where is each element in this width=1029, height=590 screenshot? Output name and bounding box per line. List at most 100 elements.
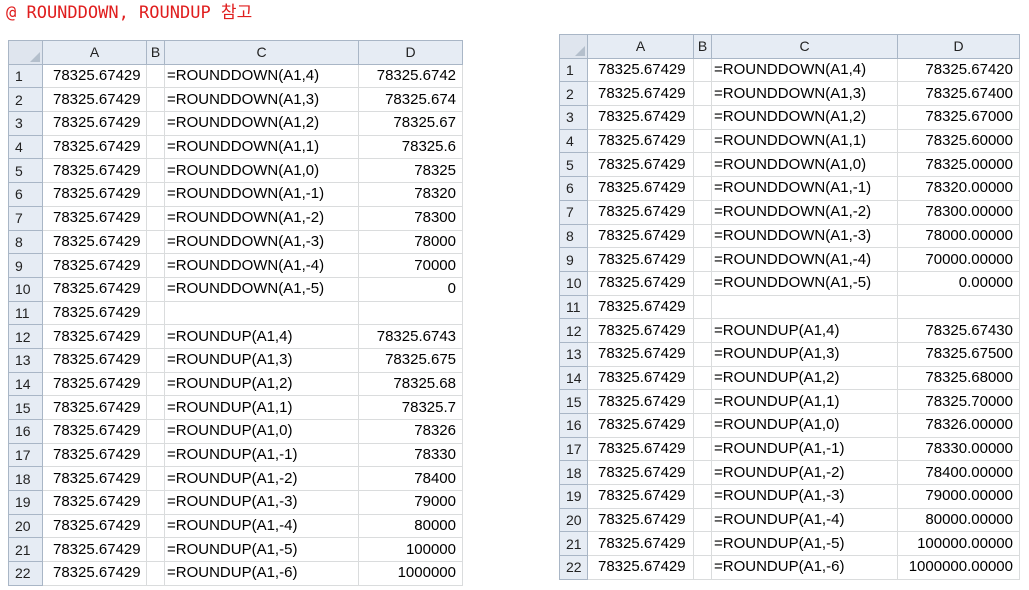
cell-b[interactable] [146,324,165,349]
column-header-a[interactable]: A [42,40,147,65]
cell-b[interactable] [693,152,712,178]
cell-d[interactable]: 78325.67420 [897,57,1020,83]
cell-b[interactable] [693,413,712,438]
row-header[interactable]: 14 [559,365,588,391]
cell-b[interactable] [693,460,712,486]
cell-c[interactable]: =ROUNDDOWN(A1,3) [164,87,359,113]
cell-d[interactable]: 78400 [358,466,463,492]
cell-b[interactable] [146,395,165,420]
row-header[interactable]: 13 [8,347,43,373]
cell-c[interactable]: =ROUNDDOWN(A1,4) [164,63,359,89]
cell-b[interactable] [693,199,712,225]
cell-a[interactable]: 78325.67429 [42,490,147,515]
cell-a[interactable]: 78325.67429 [42,111,147,136]
cell-d[interactable]: 100000.00000 [897,531,1020,557]
cell-b[interactable] [146,419,165,444]
cell-d[interactable]: 78300.00000 [897,199,1020,225]
cell-c[interactable]: =ROUNDDOWN(A1,-3) [711,223,898,249]
row-header[interactable]: 16 [559,413,588,438]
cell-a[interactable]: 78325.67429 [587,152,694,178]
cell-c[interactable]: =ROUNDUP(A1,4) [711,318,898,343]
cell-a[interactable]: 78325.67429 [42,205,147,231]
cell-d[interactable]: 70000 [358,253,463,278]
cell-c[interactable]: =ROUNDUP(A1,0) [711,413,898,438]
cell-d[interactable]: 78300 [358,205,463,231]
cell-d[interactable]: 78325.67 [358,111,463,136]
row-header[interactable]: 17 [8,442,43,468]
cell-a[interactable]: 78325.67429 [42,63,147,89]
cell-c[interactable]: =ROUNDDOWN(A1,0) [711,152,898,178]
cell-c[interactable]: =ROUNDDOWN(A1,-5) [711,270,898,296]
cell-d[interactable]: 1000000.00000 [897,555,1020,580]
row-header[interactable]: 4 [559,128,588,154]
cell-a[interactable]: 78325.67429 [42,229,147,255]
row-header[interactable]: 9 [559,247,588,272]
cell-d[interactable]: 80000.00000 [897,507,1020,533]
cell-a[interactable]: 78325.67429 [42,395,147,420]
column-header-d[interactable]: D [897,34,1020,59]
row-header[interactable]: 8 [8,229,43,255]
cell-b[interactable] [146,537,165,563]
cell-d[interactable]: 78325.674 [358,87,463,113]
row-header[interactable]: 6 [559,176,588,201]
cell-c[interactable]: =ROUNDDOWN(A1,-4) [711,247,898,272]
cell-a[interactable]: 78325.67429 [587,294,694,320]
cell-a[interactable]: 78325.67429 [42,158,147,184]
select-all-corner[interactable] [8,40,43,65]
cell-c[interactable]: =ROUNDDOWN(A1,3) [711,81,898,107]
cell-b[interactable] [693,555,712,580]
row-header[interactable]: 3 [8,111,43,136]
cell-c[interactable]: =ROUNDDOWN(A1,2) [164,111,359,136]
cell-d[interactable]: 78326 [358,419,463,444]
cell-c[interactable]: =ROUNDDOWN(A1,-5) [164,276,359,302]
cell-b[interactable] [146,513,165,539]
cell-a[interactable]: 78325.67429 [587,436,694,462]
cell-b[interactable] [693,531,712,557]
cell-d[interactable]: 79000 [358,490,463,515]
row-header[interactable]: 6 [8,182,43,207]
cell-a[interactable]: 78325.67429 [587,507,694,533]
row-header[interactable]: 4 [8,134,43,160]
cell-a[interactable]: 78325.67429 [42,347,147,373]
cell-a[interactable]: 78325.67429 [42,276,147,302]
cell-b[interactable] [146,63,165,89]
row-header[interactable]: 13 [559,341,588,367]
cell-d[interactable]: 78325.675 [358,347,463,373]
row-header[interactable]: 21 [8,537,43,563]
cell-a[interactable]: 78325.67429 [587,341,694,367]
cell-c[interactable]: =ROUNDUP(A1,-4) [164,513,359,539]
cell-d[interactable]: 70000.00000 [897,247,1020,272]
cell-a[interactable]: 78325.67429 [42,134,147,160]
cell-b[interactable] [146,87,165,113]
cell-b[interactable] [693,436,712,462]
cell-d[interactable]: 100000 [358,537,463,563]
cell-a[interactable]: 78325.67429 [42,537,147,563]
cell-a[interactable]: 78325.67429 [587,365,694,391]
cell-c[interactable]: =ROUNDDOWN(A1,1) [711,128,898,154]
cell-c[interactable]: =ROUNDUP(A1,3) [164,347,359,373]
cell-a[interactable]: 78325.67429 [587,105,694,130]
cell-a[interactable]: 78325.67429 [587,318,694,343]
cell-d[interactable]: 78325 [358,158,463,184]
cell-c[interactable]: =ROUNDUP(A1,-1) [164,442,359,468]
cell-c[interactable] [164,300,359,326]
cell-b[interactable] [146,182,165,207]
cell-a[interactable]: 78325.67429 [587,389,694,414]
cell-d[interactable]: 78325.6 [358,134,463,160]
cell-d[interactable]: 78320.00000 [897,176,1020,201]
cell-b[interactable] [693,223,712,249]
cell-b[interactable] [693,507,712,533]
cell-a[interactable]: 78325.67429 [42,87,147,113]
column-header-a[interactable]: A [587,34,694,59]
cell-a[interactable]: 78325.67429 [42,442,147,468]
row-header[interactable]: 2 [559,81,588,107]
cell-c[interactable]: =ROUNDDOWN(A1,2) [711,105,898,130]
column-header-c[interactable]: C [711,34,898,59]
cell-b[interactable] [693,105,712,130]
cell-c[interactable]: =ROUNDUP(A1,1) [164,395,359,420]
cell-d[interactable]: 78400.00000 [897,460,1020,486]
cell-c[interactable]: =ROUNDDOWN(A1,1) [164,134,359,160]
cell-b[interactable] [693,176,712,201]
cell-d[interactable]: 78000.00000 [897,223,1020,249]
row-header[interactable]: 1 [559,57,588,83]
